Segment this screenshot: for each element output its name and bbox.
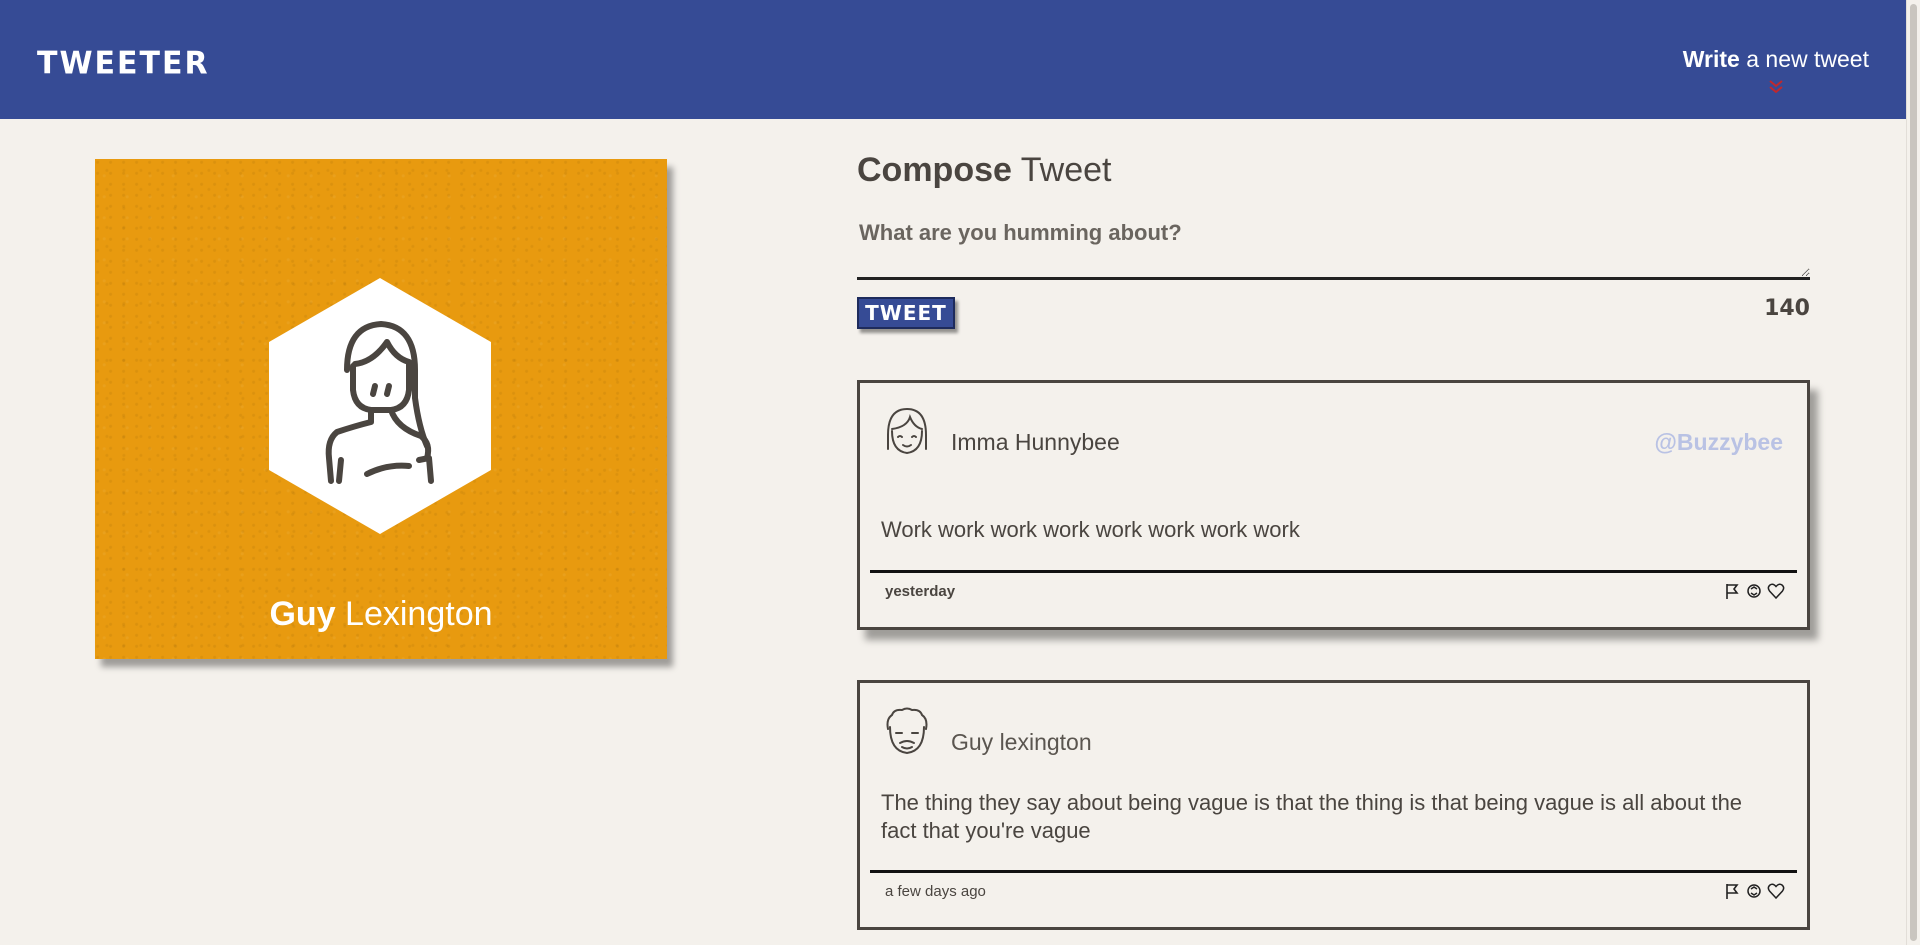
character-counter: 140 bbox=[1764, 296, 1810, 321]
compose-title-rest: Tweet bbox=[1011, 151, 1112, 189]
tweet-timestamp: a few days ago bbox=[885, 883, 986, 900]
tweet-button[interactable]: TWEET bbox=[857, 297, 955, 329]
tweet-timestamp: yesterday bbox=[885, 583, 956, 600]
tweet-author-name: Guy lexington bbox=[951, 729, 1092, 755]
compose-title: Compose Tweet bbox=[857, 151, 1111, 190]
tweet-content: Work work work work work work work work bbox=[881, 517, 1300, 542]
tweet-card: Guy lexington The thing they say about b… bbox=[857, 680, 1810, 930]
tweet-actions bbox=[1723, 582, 1785, 600]
top-nav-bar: TWEETER Write a new tweet bbox=[0, 0, 1906, 119]
flag-icon[interactable] bbox=[1723, 882, 1741, 900]
tweet-content: The thing they say about being vague is … bbox=[881, 790, 1743, 843]
flag-icon[interactable] bbox=[1723, 582, 1741, 600]
tweet-divider bbox=[870, 570, 1797, 573]
tweet-input[interactable] bbox=[857, 216, 1810, 280]
girl-avatar-icon bbox=[269, 278, 491, 534]
woman-avatar-icon bbox=[887, 407, 927, 455]
write-new-tweet-rest: a new tweet bbox=[1739, 46, 1869, 72]
write-new-tweet-link[interactable]: Write a new tweet bbox=[1683, 46, 1869, 95]
man-avatar-icon bbox=[886, 707, 928, 755]
double-chevron-down-icon bbox=[1769, 80, 1783, 94]
profile-first-name: Guy bbox=[269, 595, 336, 633]
tweet-card: Imma Hunnybee @Buzzybee Work work work w… bbox=[857, 380, 1810, 630]
retweet-icon[interactable] bbox=[1745, 882, 1763, 900]
scrollbar-thumb[interactable] bbox=[1910, 4, 1917, 941]
tweet-divider bbox=[870, 870, 1797, 873]
tweet-author-name: Imma Hunnybee bbox=[951, 429, 1120, 455]
tweet-author-handle[interactable]: @Buzzybee bbox=[1654, 429, 1783, 456]
scrollbar-track[interactable] bbox=[1906, 0, 1920, 945]
write-new-tweet-bold: Write bbox=[1682, 46, 1740, 72]
profile-name: Guy Lexington bbox=[95, 595, 667, 634]
heart-icon[interactable] bbox=[1767, 882, 1785, 900]
retweet-icon[interactable] bbox=[1745, 582, 1763, 600]
tweet-actions bbox=[1723, 882, 1785, 900]
compose-title-bold: Compose bbox=[857, 151, 1012, 189]
profile-last-name: Lexington bbox=[335, 595, 493, 633]
app-logo[interactable]: TWEETER bbox=[37, 45, 210, 82]
heart-icon[interactable] bbox=[1767, 582, 1785, 600]
profile-card: Guy Lexington bbox=[95, 159, 667, 659]
